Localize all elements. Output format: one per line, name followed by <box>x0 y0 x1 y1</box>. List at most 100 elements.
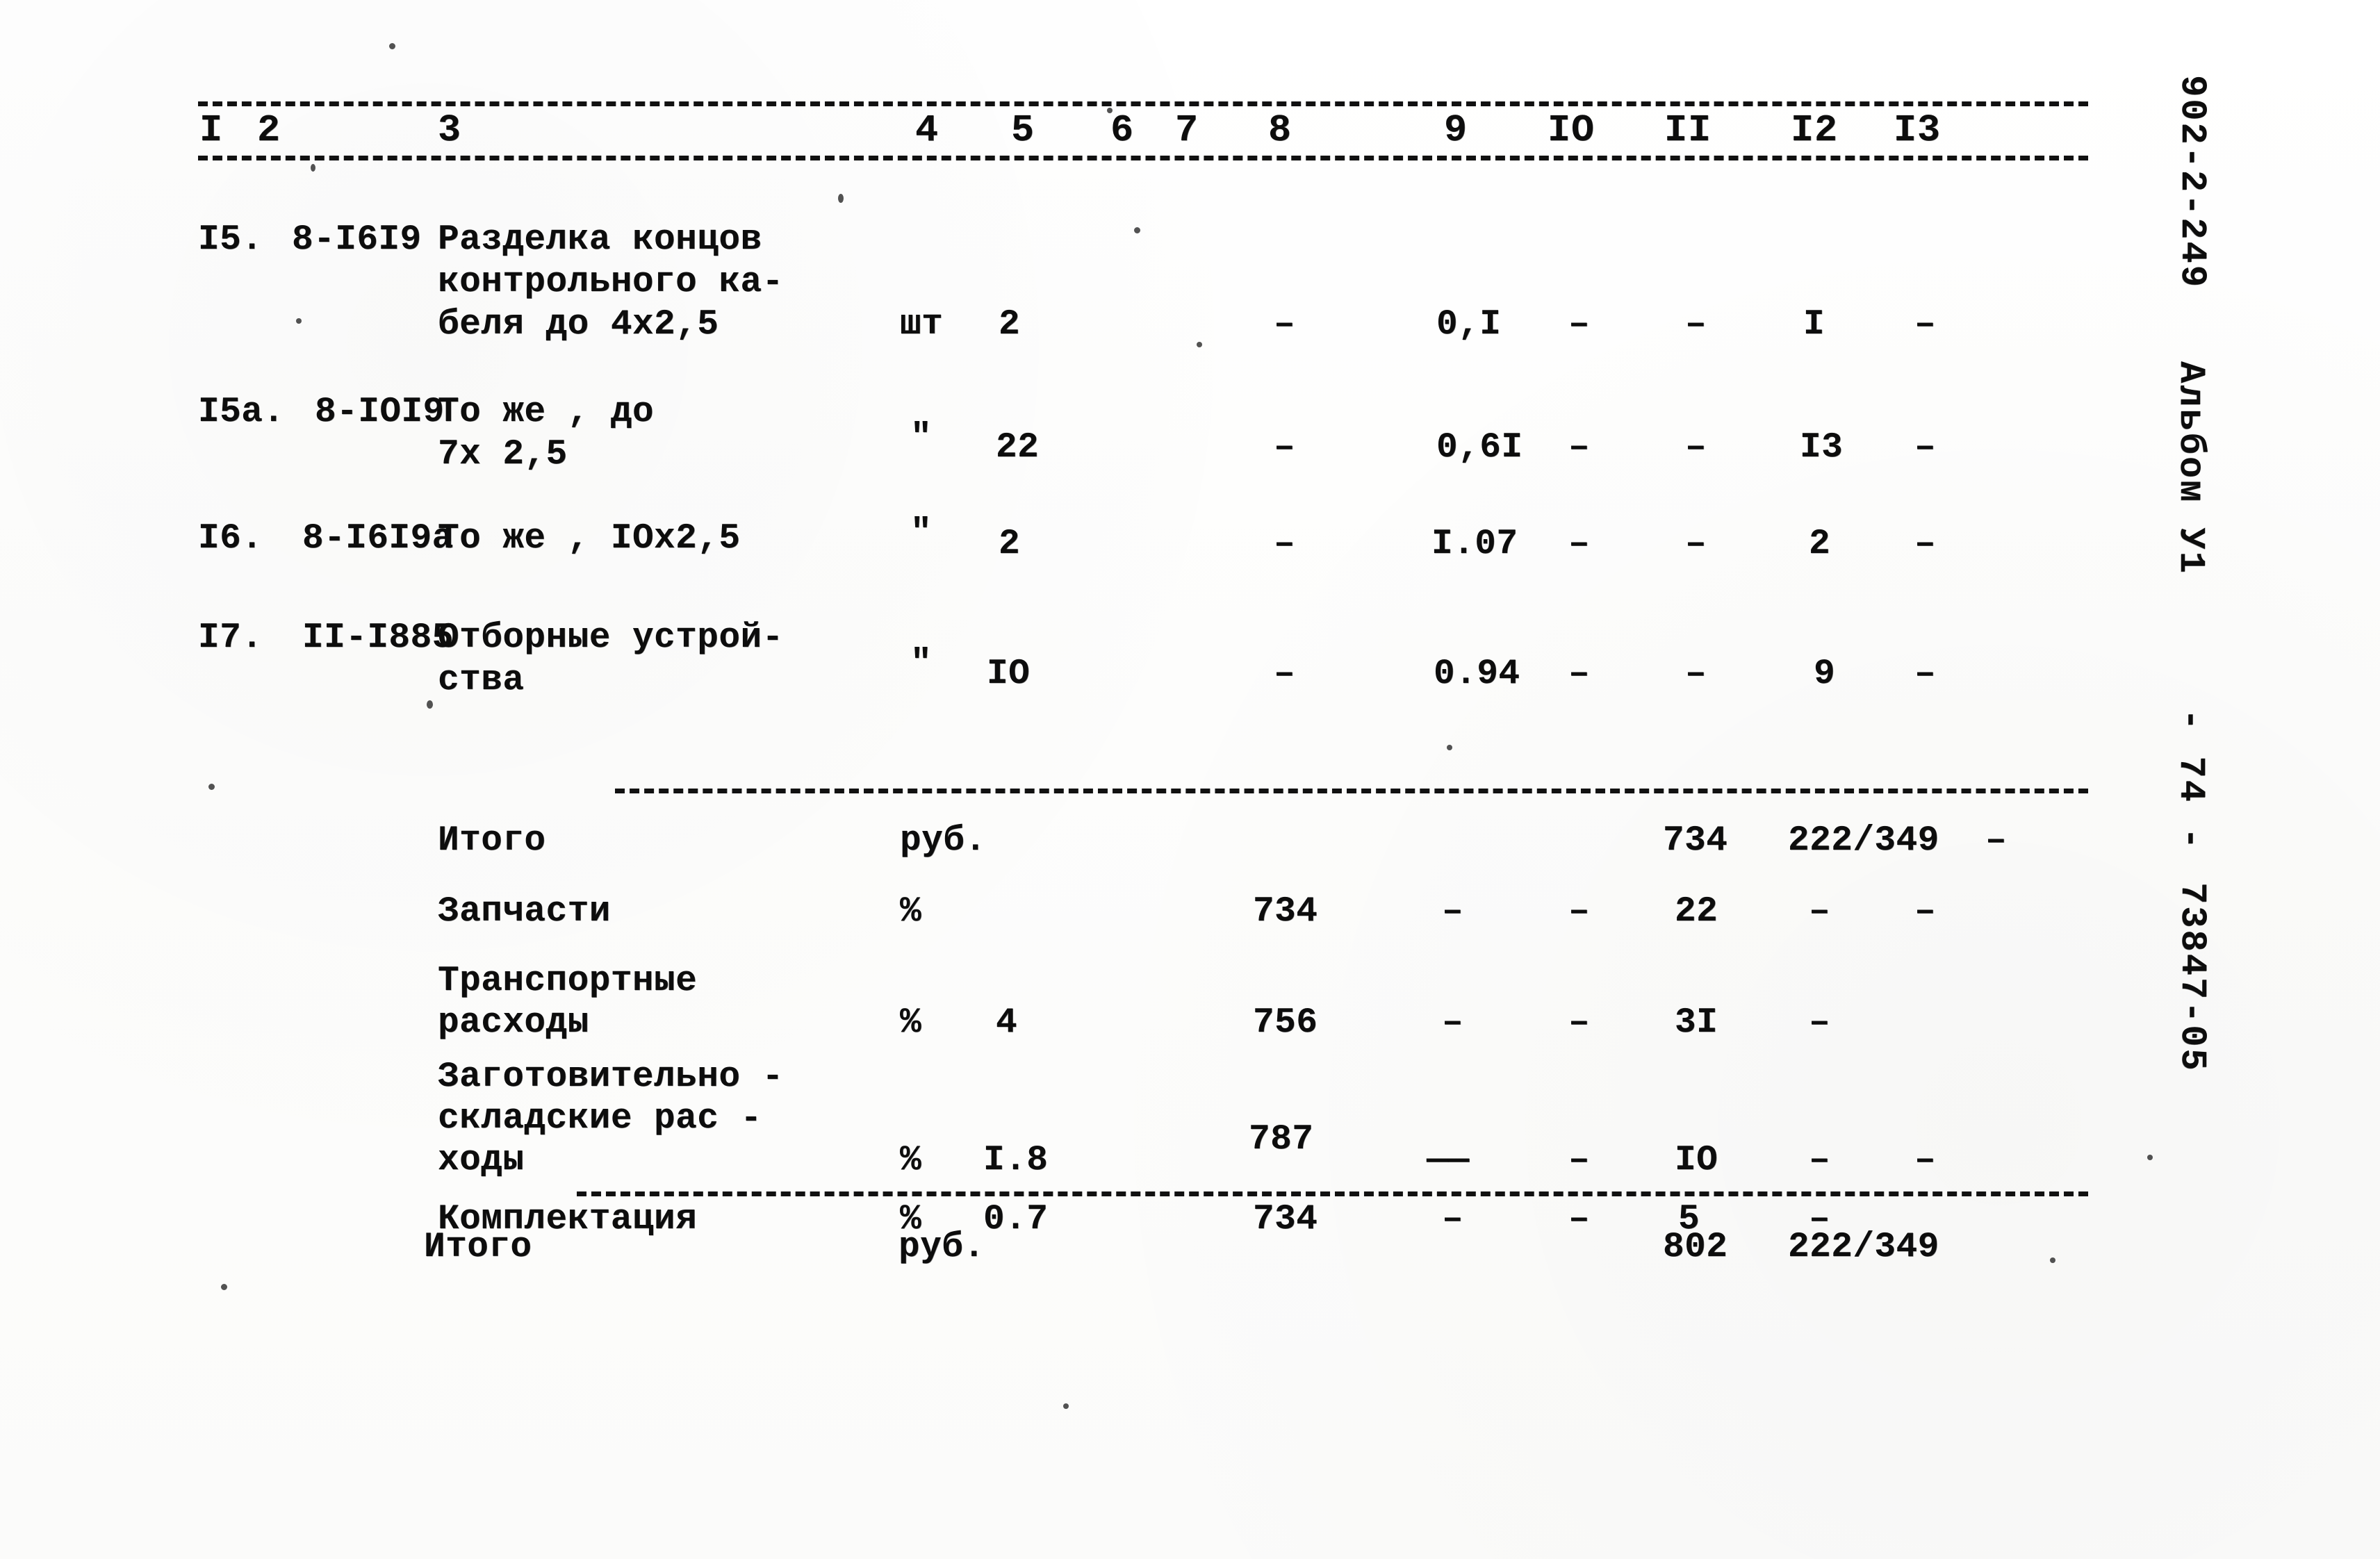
summary-col8: 734 <box>1253 892 1318 932</box>
estimate-table: I 2 3 4 5 6 7 8 9 IO II I2 I3 I5. 8-I6I9… <box>198 83 2102 1278</box>
scanned-page: I 2 3 4 5 6 7 8 9 IO II I2 I3 I5. 8-I6I9… <box>0 0 2380 1559</box>
summary-col9: – <box>1442 1200 1463 1239</box>
row-name-line: ства <box>438 661 525 700</box>
summary-label: расходы <box>438 1003 589 1043</box>
row-col9: 0,6I <box>1436 428 1523 468</box>
summary-col5: 0.7 <box>983 1200 1049 1239</box>
final-label: Итого <box>424 1228 532 1267</box>
row-col12: I3 <box>1800 428 1844 468</box>
row-num: I5а. <box>198 393 285 432</box>
row-col13: – <box>1914 525 1936 564</box>
header-rule-top <box>198 101 2088 106</box>
summary-label: Итого <box>438 821 546 861</box>
column-header-4: 4 <box>915 108 939 152</box>
final-col11: 802 <box>1663 1228 1728 1267</box>
row-unit: шт <box>900 305 944 345</box>
row-col13: – <box>1914 305 1936 345</box>
summary-label: ходы <box>438 1141 525 1180</box>
row-code: II-I885 <box>302 618 454 658</box>
summary-label: складские рас - <box>438 1099 762 1139</box>
summary-col12: – <box>1809 1141 1830 1180</box>
summary-col13: – <box>1985 821 2007 861</box>
row-name-line: То же , до <box>438 393 655 432</box>
row-col12: 9 <box>1814 654 1836 694</box>
column-header-1: I <box>199 108 224 152</box>
row-col9: I.07 <box>1431 525 1518 564</box>
row-col8: – <box>1274 654 1295 694</box>
column-header-8: 8 <box>1268 108 1292 152</box>
summary-col8: 787 <box>1249 1120 1314 1160</box>
summary-col11: 3I <box>1675 1003 1718 1043</box>
summary-col5: I.8 <box>983 1141 1049 1180</box>
margin-archive-code: 73847-05 <box>2172 882 2213 1073</box>
summary-col12: – <box>1809 892 1830 932</box>
row-col11: – <box>1685 428 1707 468</box>
summary-unit: % <box>900 1141 922 1180</box>
row-col10: – <box>1568 654 1590 694</box>
scan-speck <box>221 1284 227 1290</box>
column-header-5: 5 <box>1011 108 1035 152</box>
row-col10: – <box>1568 428 1590 468</box>
row-num: I5. <box>198 220 263 260</box>
row-unit: " <box>910 644 933 684</box>
column-header-11: II <box>1664 108 1712 152</box>
summary-col9: —— <box>1427 1141 1470 1180</box>
column-header-3: 3 <box>438 108 462 152</box>
row-col8: – <box>1274 305 1295 345</box>
column-header-2: 2 <box>257 108 281 152</box>
column-header-7: 7 <box>1175 108 1199 152</box>
summary-col8: 756 <box>1253 1003 1318 1043</box>
row-unit: " <box>910 513 933 553</box>
summary-col13: – <box>1914 1141 1936 1180</box>
summary-label: Заготовительно - <box>438 1057 784 1097</box>
row-qty: 2 <box>999 305 1021 345</box>
row-name-line: То же , IOх2,5 <box>438 519 741 559</box>
summary-col5: 4 <box>996 1003 1018 1043</box>
row-name-line: Разделка концов <box>438 220 762 260</box>
row-col9: 0.94 <box>1434 654 1520 694</box>
row-qty: 22 <box>996 428 1040 468</box>
row-code: 8-IOI9 <box>315 393 445 432</box>
summary-unit: руб. <box>900 821 987 861</box>
header-rule-bottom <box>198 156 2088 160</box>
summary-col9: – <box>1442 1003 1463 1043</box>
summary-col10: – <box>1568 1141 1590 1180</box>
row-qty: 2 <box>999 525 1021 564</box>
row-col8: – <box>1274 428 1295 468</box>
row-num: I7. <box>198 618 263 658</box>
summary-label: Транспортные <box>438 962 698 1001</box>
margin-album: Альбом У1 <box>2170 361 2211 575</box>
row-code: 8-I6I9а <box>302 519 454 559</box>
row-unit: " <box>910 418 933 458</box>
row-col12: I <box>1803 305 1825 345</box>
row-name-line: Отборные устрой- <box>438 618 784 658</box>
summary-col11: 22 <box>1675 892 1718 932</box>
row-col11: – <box>1685 305 1707 345</box>
row-col10: – <box>1568 305 1590 345</box>
final-unit: руб. <box>898 1228 985 1267</box>
row-code: 8-I6I9 <box>292 220 422 260</box>
summary-col12: – <box>1809 1003 1830 1043</box>
final-col12: 222/349 <box>1788 1228 1939 1267</box>
column-header-6: 6 <box>1110 108 1135 152</box>
summary-col11: 734 <box>1663 821 1728 861</box>
column-header-9: 9 <box>1444 108 1468 152</box>
row-col8: – <box>1274 525 1295 564</box>
column-header-13: I3 <box>1894 108 1942 152</box>
row-col10: – <box>1568 525 1590 564</box>
row-col13: – <box>1914 654 1936 694</box>
summary-col8: 734 <box>1253 1200 1318 1239</box>
scan-speck <box>1063 1403 1069 1409</box>
row-col11: – <box>1685 525 1707 564</box>
row-name-line: контрольного ка- <box>438 263 784 302</box>
row-qty: IO <box>987 654 1031 694</box>
row-num: I6. <box>198 519 263 559</box>
margin-project-code: 902-2-249 <box>2172 75 2213 289</box>
summary-unit: % <box>900 892 922 932</box>
summary-col12: 222/349 <box>1788 821 1939 861</box>
summary-col10: – <box>1568 1200 1590 1239</box>
summary-col10: – <box>1568 892 1590 932</box>
row-col13: – <box>1914 428 1936 468</box>
row-col12: 2 <box>1809 525 1831 564</box>
summary-col13: – <box>1914 892 1936 932</box>
